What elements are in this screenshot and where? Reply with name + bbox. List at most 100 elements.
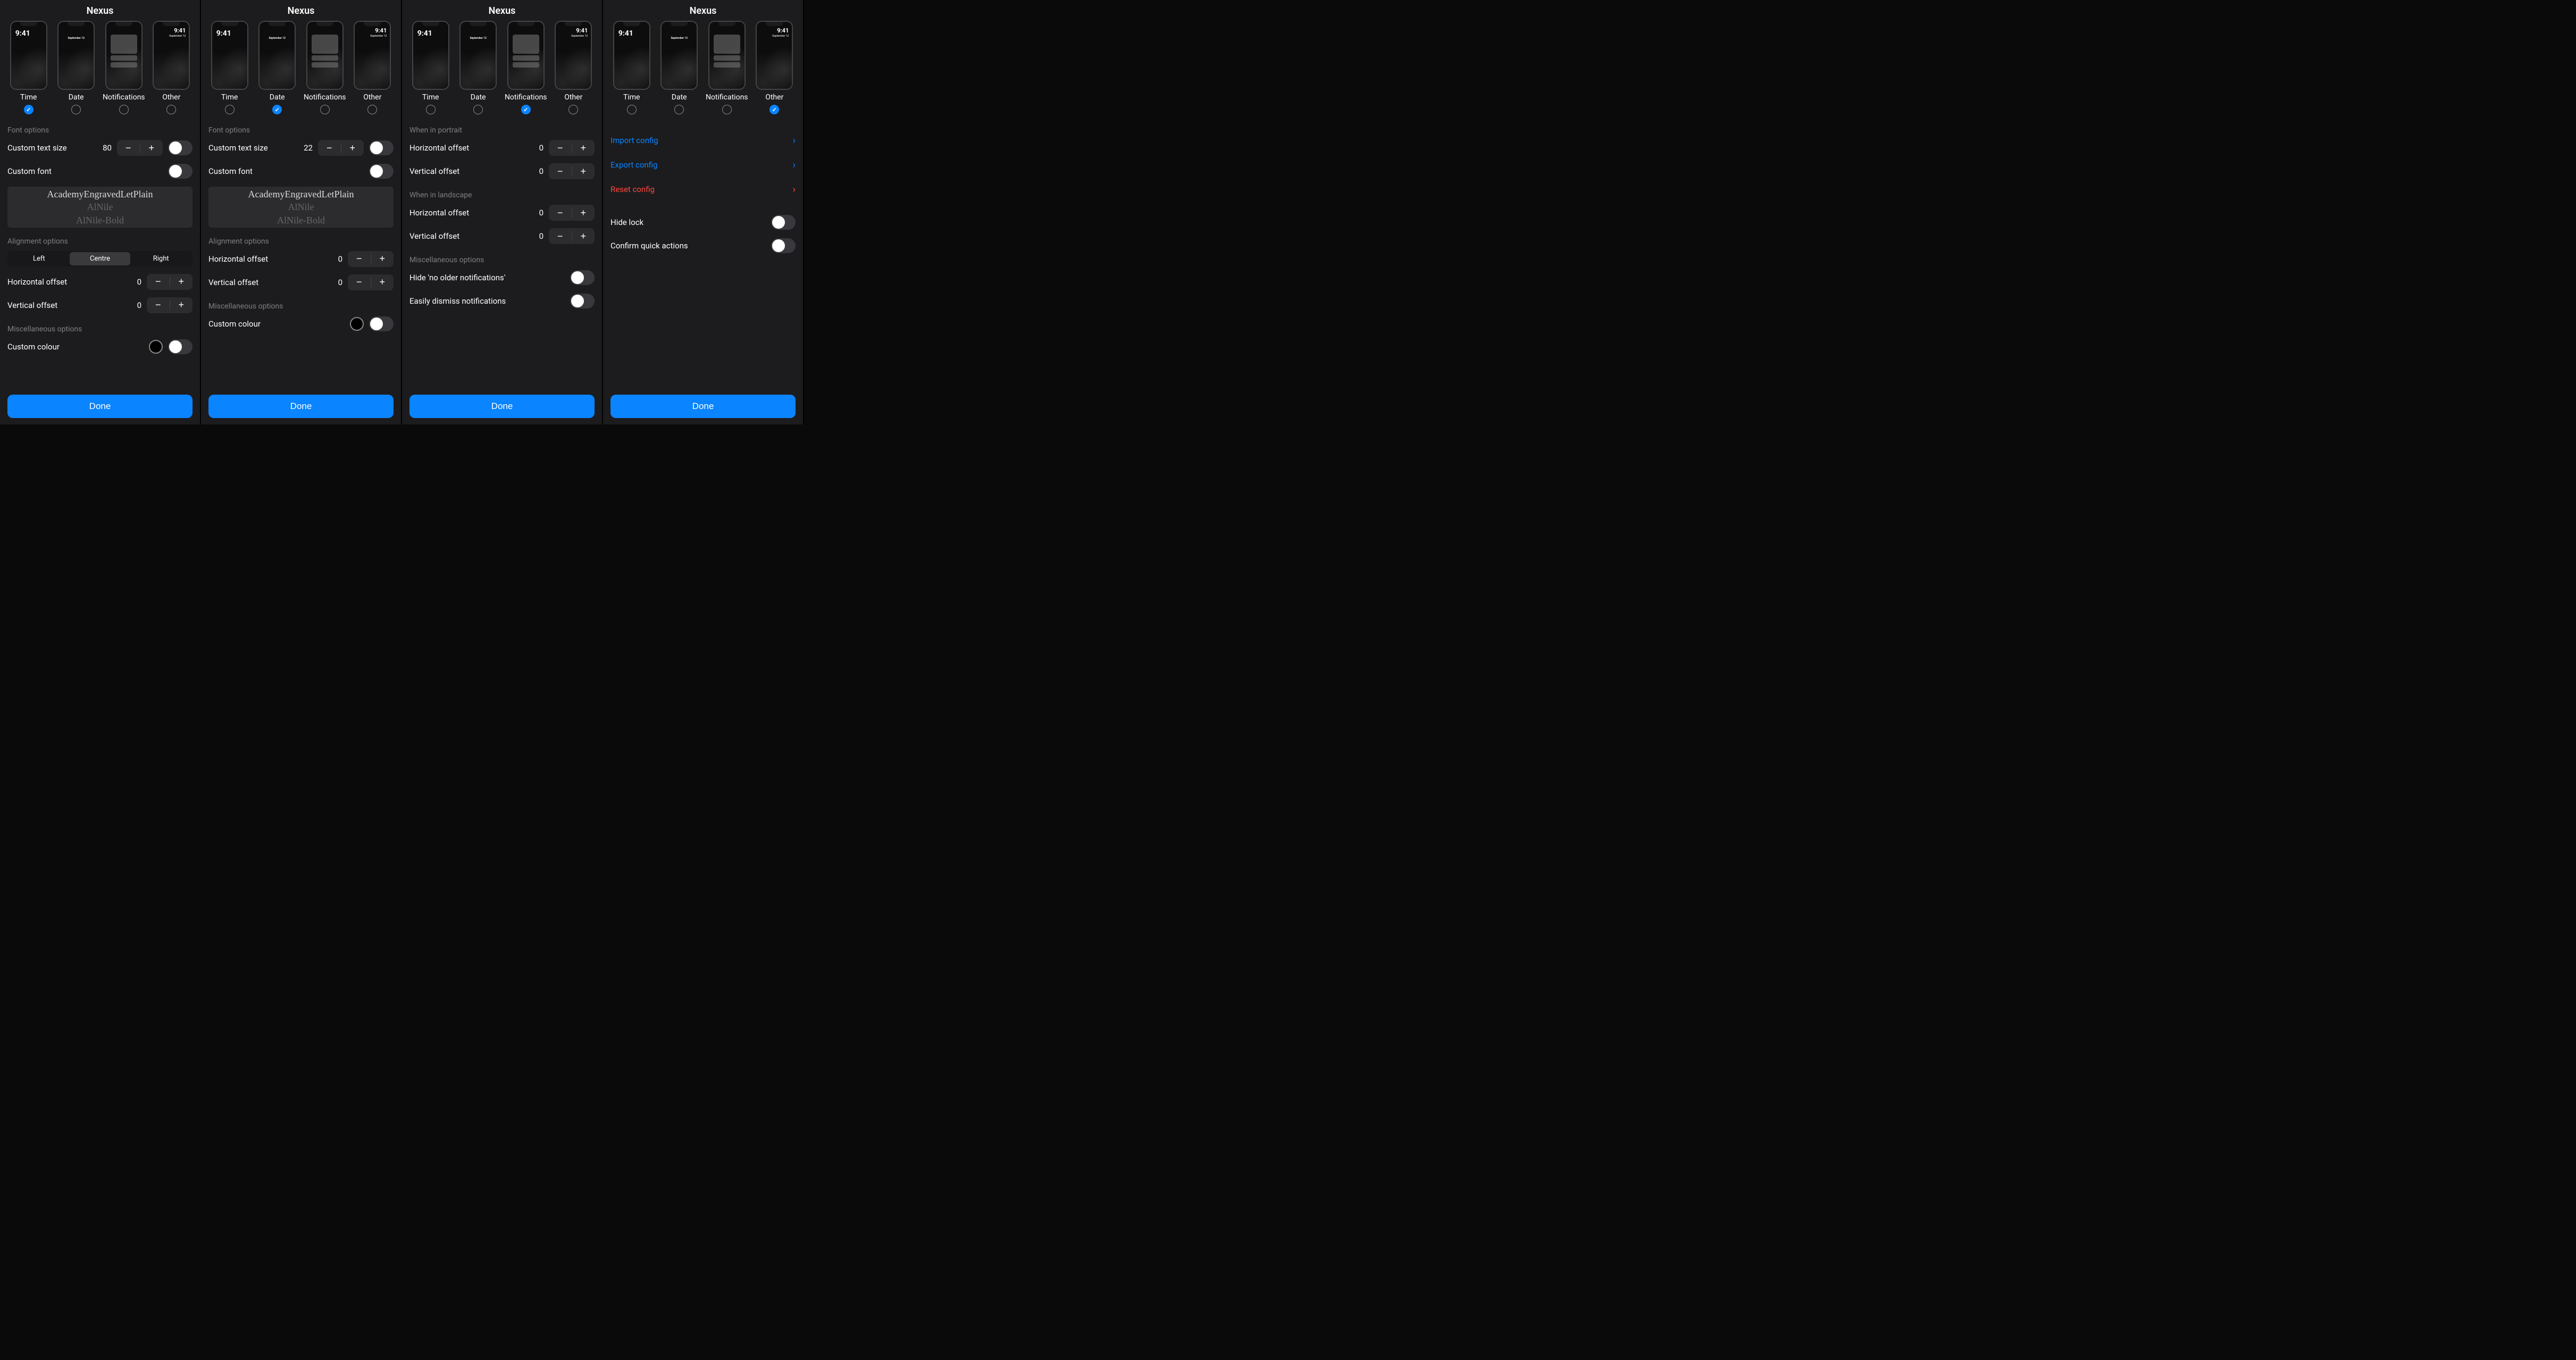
stepper-minus[interactable]: − [549, 228, 572, 244]
confirm-toggle[interactable] [771, 238, 796, 253]
misc-section-label: Miscellaneous options [7, 325, 193, 333]
radio-time[interactable] [627, 105, 637, 114]
radio-other[interactable] [770, 105, 779, 114]
stepper-plus[interactable]: + [572, 163, 595, 179]
radio-notifications[interactable] [722, 105, 732, 114]
tab-time[interactable]: 9:41 Time [7, 21, 49, 114]
tab-notifications[interactable]: Notifications [706, 21, 748, 114]
done-button[interactable]: Done [208, 395, 394, 418]
dismiss-toggle[interactable] [570, 294, 595, 308]
stepper-plus[interactable]: + [140, 140, 163, 156]
stepper-minus[interactable]: − [549, 205, 572, 221]
l-h-offset-value: 0 [533, 208, 543, 218]
text-size-toggle[interactable] [369, 140, 394, 155]
radio-notifications[interactable] [320, 105, 330, 114]
colour-swatch[interactable] [149, 340, 163, 354]
radio-date[interactable] [71, 105, 81, 114]
done-button[interactable]: Done [7, 395, 193, 418]
tab-date[interactable]: September 12 Date [55, 21, 97, 114]
import-config-row[interactable]: Import config › [610, 128, 796, 153]
done-button[interactable]: Done [409, 395, 595, 418]
custom-font-toggle[interactable] [168, 164, 193, 179]
stepper-minus[interactable]: − [318, 140, 341, 156]
phone-preview-time: 9:41 [211, 21, 248, 90]
pane-date: Nexus 9:41 Time September 12 Date Notifi… [201, 0, 402, 424]
reset-config-row[interactable]: Reset config › [610, 177, 796, 202]
radio-date[interactable] [473, 105, 483, 114]
custom-font-toggle[interactable] [369, 164, 394, 179]
stepper-plus[interactable]: + [170, 274, 193, 290]
stepper-plus[interactable]: + [371, 274, 394, 290]
radio-date[interactable] [674, 105, 684, 114]
landscape-section-label: When in landscape [409, 191, 595, 199]
radio-other[interactable] [568, 105, 578, 114]
stepper-minus[interactable]: − [147, 297, 170, 313]
radio-time[interactable] [426, 105, 436, 114]
tab-other[interactable]: 9:41September 12 Other [553, 21, 595, 114]
stepper-minus[interactable]: − [549, 140, 572, 156]
colour-swatch[interactable] [350, 317, 364, 331]
custom-text-size-value: 22 [302, 143, 313, 153]
radio-notifications[interactable] [521, 105, 531, 114]
radio-other[interactable] [166, 105, 176, 114]
stepper-plus[interactable]: + [572, 140, 595, 156]
v-offset-label: Vertical offset [208, 278, 258, 287]
radio-time[interactable] [24, 105, 34, 114]
stepper-minus[interactable]: − [147, 274, 170, 290]
radio-notifications[interactable] [119, 105, 129, 114]
stepper-plus[interactable]: + [170, 297, 193, 313]
l-v-offset-value: 0 [533, 231, 543, 241]
l-v-offset-stepper: − + [549, 228, 595, 244]
font-picker[interactable]: AcademyEngravedLetPlain AlNile AlNile-Bo… [208, 187, 394, 228]
hide-lock-toggle[interactable] [771, 215, 796, 230]
done-button[interactable]: Done [610, 395, 796, 418]
export-config-row[interactable]: Export config › [610, 153, 796, 177]
stepper-minus[interactable]: − [117, 140, 140, 156]
l-h-offset-stepper: − + [549, 205, 595, 221]
tab-other[interactable]: 9:41September 12 Other [150, 21, 193, 114]
custom-text-size-label: Custom text size [208, 143, 268, 153]
tab-time[interactable]: 9:41 Time [409, 21, 451, 114]
tab-date[interactable]: September 12 Date [457, 21, 499, 114]
phone-preview-time: 9:41 [412, 21, 449, 90]
radio-date[interactable] [272, 105, 282, 114]
phone-preview-date: September 12 [258, 21, 296, 90]
text-size-toggle[interactable] [168, 140, 193, 155]
custom-colour-toggle[interactable] [168, 339, 193, 354]
stepper-plus[interactable]: + [572, 205, 595, 221]
v-offset-stepper: − + [147, 297, 193, 313]
seg-left[interactable]: Left [9, 252, 70, 265]
stepper-minus[interactable]: − [549, 163, 572, 179]
text-size-stepper: − + [318, 140, 364, 156]
font-picker[interactable]: AcademyEngravedLetPlain AlNile AlNile-Bo… [7, 187, 193, 228]
radio-other[interactable] [367, 105, 377, 114]
stepper-plus[interactable]: + [371, 251, 394, 267]
custom-text-size-label: Custom text size [7, 143, 67, 153]
tab-other[interactable]: 9:41September 12 Other [754, 21, 796, 114]
tab-other[interactable]: 9:41September 12 Other [352, 21, 394, 114]
phone-preview-time: 9:41 [613, 21, 650, 90]
phone-preview-notifications [105, 21, 143, 90]
stepper-minus[interactable]: − [348, 251, 371, 267]
align-section-label: Alignment options [7, 237, 193, 246]
tab-notifications[interactable]: Notifications [505, 21, 547, 114]
radio-time[interactable] [225, 105, 235, 114]
v-offset-value: 0 [131, 301, 141, 310]
stepper-plus[interactable]: + [572, 228, 595, 244]
hide-older-toggle[interactable] [570, 270, 595, 285]
tab-time[interactable]: 9:41 Time [610, 21, 653, 114]
phone-preview-notifications [507, 21, 545, 90]
h-offset-value: 0 [332, 254, 342, 264]
tab-date[interactable]: September 12 Date [256, 21, 298, 114]
tab-notifications[interactable]: Notifications [103, 21, 145, 114]
stepper-minus[interactable]: − [348, 274, 371, 290]
tab-notifications[interactable]: Notifications [304, 21, 346, 114]
confirm-label: Confirm quick actions [610, 241, 688, 251]
tab-time[interactable]: 9:41 Time [208, 21, 250, 114]
custom-colour-toggle[interactable] [369, 316, 394, 331]
seg-centre[interactable]: Centre [70, 252, 131, 265]
stepper-plus[interactable]: + [341, 140, 364, 156]
tab-date[interactable]: September 12 Date [658, 21, 700, 114]
misc-section-label: Miscellaneous options [208, 302, 394, 311]
seg-right[interactable]: Right [130, 252, 191, 265]
